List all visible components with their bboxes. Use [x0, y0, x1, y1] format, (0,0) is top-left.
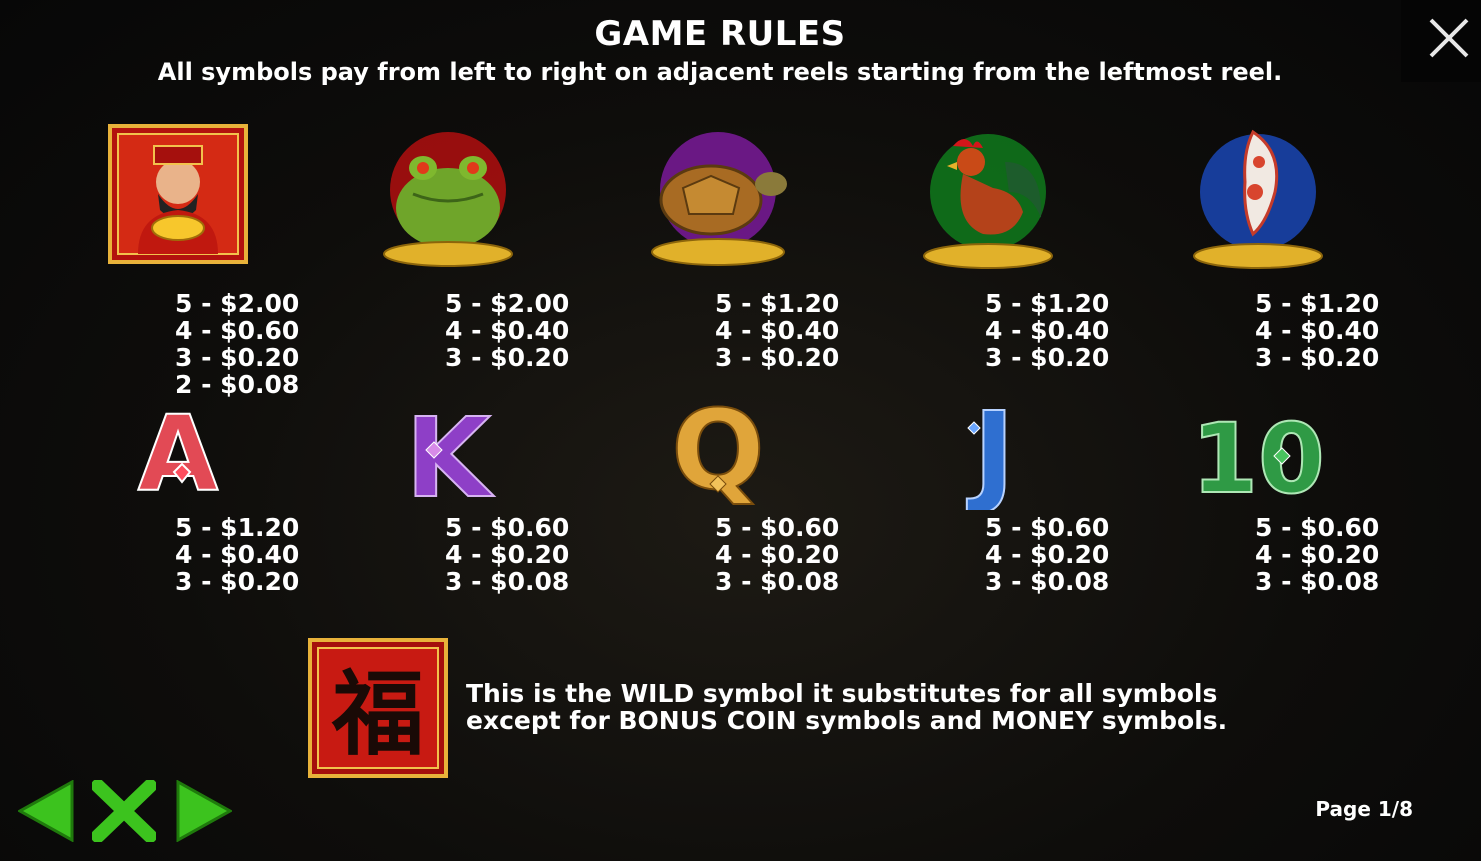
- paytable-rooster: 5 - $1.20 4 - $0.40 3 - $0.20: [863, 290, 1113, 371]
- paytable-10: 5 - $0.60 4 - $0.20 3 - $0.08: [1133, 514, 1383, 595]
- page-title: GAME RULES: [594, 14, 846, 54]
- pay-line: 4 - $0.20: [1255, 540, 1380, 569]
- pay-line: 3 - $0.08: [715, 567, 840, 596]
- pay-line: 3 - $0.20: [445, 343, 570, 372]
- symbol-cell-a: A 5 - $1.20 4 - $0.40 3 - $0.20: [53, 390, 303, 600]
- rooster-icon: [923, 134, 1053, 269]
- paytable-k: 5 - $0.60 4 - $0.20 3 - $0.08: [323, 514, 573, 595]
- symbol-cell-k: K 5 - $0.60 4 - $0.20 3 - $0.08: [323, 390, 573, 600]
- pay-line: 4 - $0.40: [715, 316, 840, 345]
- pay-line: 4 - $0.40: [985, 316, 1110, 345]
- pay-line: 5 - $2.00: [175, 289, 300, 318]
- paytable-frog: 5 - $2.00 4 - $0.40 3 - $0.20: [323, 290, 573, 371]
- paytable-turtle: 5 - $1.20 4 - $0.40 3 - $0.20: [593, 290, 843, 371]
- pay-line: 5 - $1.20: [985, 289, 1110, 318]
- pay-line: 3 - $0.20: [175, 567, 300, 596]
- pay-line: 5 - $0.60: [1255, 513, 1380, 542]
- fortune-god-icon: [108, 124, 248, 264]
- arrow-left-icon[interactable]: [18, 780, 74, 842]
- svg-text:10: 10: [1191, 403, 1325, 508]
- pay-line: 3 - $0.08: [445, 567, 570, 596]
- symbol-cell-q: Q 5 - $0.60 4 - $0.20 3 - $0.08: [593, 390, 843, 600]
- paytable-q: 5 - $0.60 4 - $0.20 3 - $0.08: [593, 514, 843, 595]
- pay-line: 3 - $0.20: [715, 343, 840, 372]
- rules-subtitle: All symbols pay from left to right on ad…: [157, 58, 1283, 86]
- pay-line: 5 - $1.20: [1255, 289, 1380, 318]
- arrow-right-icon[interactable]: [176, 780, 232, 842]
- pay-line: 5 - $0.60: [445, 513, 570, 542]
- wild-description-line: except for BONUS COIN symbols and MONEY …: [466, 706, 1228, 735]
- paytable-fortune-god: 5 - $2.00 4 - $0.60 3 - $0.20 2 - $0.08: [53, 290, 303, 398]
- letter-q-icon: Q: [670, 392, 766, 510]
- letter-j-icon: J: [965, 392, 1016, 510]
- green-close-icon[interactable]: [92, 780, 156, 842]
- pay-line: 4 - $0.20: [715, 540, 840, 569]
- turtle-icon: [651, 132, 787, 266]
- symbol-cell-koi: 5 - $1.20 4 - $0.40 3 - $0.20: [1133, 110, 1383, 400]
- paytable-koi: 5 - $1.20 4 - $0.40 3 - $0.20: [1133, 290, 1383, 371]
- symbol-cell-rooster: 5 - $1.20 4 - $0.40 3 - $0.20: [863, 110, 1113, 400]
- pay-line: 3 - $0.08: [985, 567, 1110, 596]
- wild-description: This is the WILD symbol it substitutes f…: [466, 680, 1227, 734]
- pay-line: 5 - $2.00: [445, 289, 570, 318]
- wild-description-line: This is the WILD symbol it substitutes f…: [466, 679, 1218, 708]
- pay-line: 3 - $0.20: [1255, 343, 1380, 372]
- svg-text:A: A: [138, 398, 219, 508]
- symbol-cell-fortune-god: 5 - $2.00 4 - $0.60 3 - $0.20 2 - $0.08: [53, 110, 303, 400]
- svg-text:J: J: [966, 392, 1015, 510]
- pay-line: 5 - $1.20: [715, 289, 840, 318]
- letter-k-icon: K: [404, 398, 495, 508]
- number-10-icon: 10: [1190, 402, 1326, 508]
- letter-a-icon: A: [137, 398, 220, 508]
- page-indicator: Page 1/8: [1315, 797, 1413, 821]
- wild-symbol-icon: 福: [308, 638, 448, 778]
- svg-text:K: K: [405, 398, 494, 508]
- paytable-a: 5 - $1.20 4 - $0.40 3 - $0.20: [53, 514, 303, 595]
- koi-icon: [1193, 129, 1323, 269]
- wild-glyph: 福: [331, 660, 424, 768]
- close-button[interactable]: [1401, 0, 1481, 82]
- pay-line: 5 - $0.60: [715, 513, 840, 542]
- pay-line: 4 - $0.40: [445, 316, 570, 345]
- pay-line: 5 - $1.20: [175, 513, 300, 542]
- close-icon: [1429, 18, 1469, 58]
- pay-line: 4 - $0.20: [445, 540, 570, 569]
- pay-line: 4 - $0.40: [1255, 316, 1380, 345]
- pay-line: 3 - $0.20: [175, 343, 300, 372]
- paytable-j: 5 - $0.60 4 - $0.20 3 - $0.08: [863, 514, 1113, 595]
- symbol-cell-frog: 5 - $2.00 4 - $0.40 3 - $0.20: [323, 110, 573, 400]
- pay-line: 4 - $0.40: [175, 540, 300, 569]
- pay-line: 3 - $0.08: [1255, 567, 1380, 596]
- symbol-cell-turtle: 5 - $1.20 4 - $0.40 3 - $0.20: [593, 110, 843, 400]
- symbol-cell-j: J 5 - $0.60 4 - $0.20 3 - $0.08: [863, 390, 1113, 600]
- symbol-cell-10: 10 5 - $0.60 4 - $0.20 3 - $0.08: [1133, 390, 1383, 600]
- frog-icon: [383, 132, 513, 267]
- pay-line: 4 - $0.20: [985, 540, 1110, 569]
- pay-line: 5 - $0.60: [985, 513, 1110, 542]
- pay-line: 3 - $0.20: [985, 343, 1110, 372]
- pay-line: 4 - $0.60: [175, 316, 300, 345]
